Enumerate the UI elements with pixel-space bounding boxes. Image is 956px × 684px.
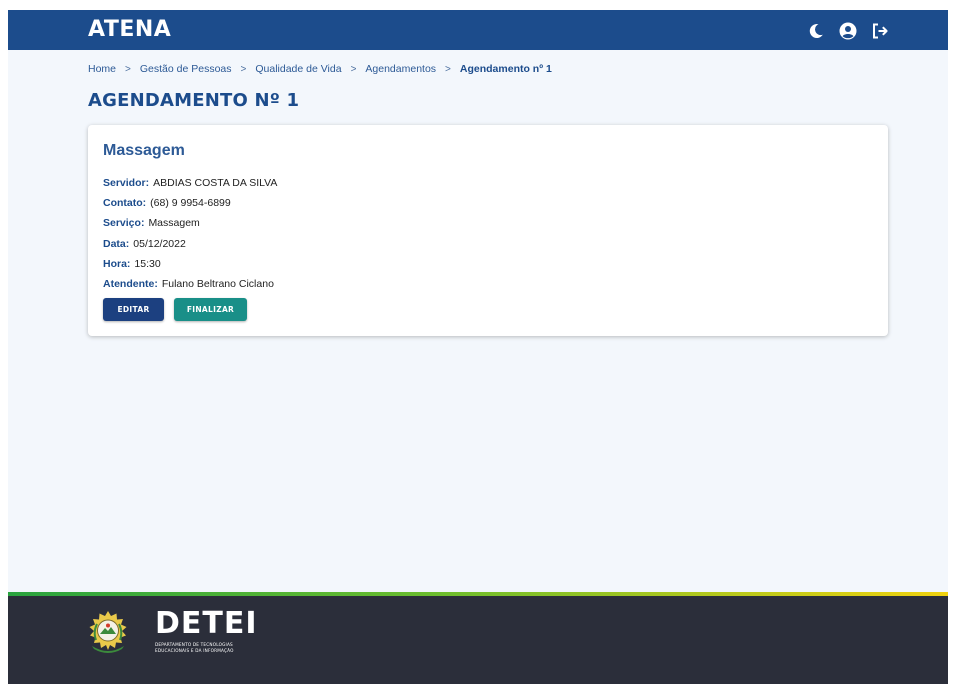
footer: DETEI DEPARTAMENTO DE TECNOLOGIAS EDUCAC… bbox=[8, 596, 948, 684]
field-data: Data: 05/12/2022 bbox=[103, 234, 277, 254]
breadcrumb-separator: > bbox=[125, 63, 131, 75]
edit-button[interactable]: EDITAR bbox=[103, 298, 164, 321]
field-value: 05/12/2022 bbox=[133, 237, 186, 250]
header-actions bbox=[806, 20, 890, 42]
field-label: Servidor: bbox=[103, 177, 150, 189]
field-label: Atendente: bbox=[103, 277, 158, 290]
footer-subtitle-line2: EDUCACIONAIS E DA INFORMAÇÃO bbox=[155, 648, 234, 653]
field-atendente: Atendente: Fulano Beltrano Ciclano bbox=[103, 274, 277, 294]
field-label: Contato: bbox=[103, 197, 147, 210]
field-contato: Contato: (68) 9 9954-6899 bbox=[103, 193, 277, 213]
breadcrumb-separator: > bbox=[240, 63, 247, 75]
footer-brand: DETEI bbox=[155, 606, 258, 641]
breadcrumb-separator: > bbox=[350, 63, 357, 75]
top-strip bbox=[0, 0, 956, 10]
appointment-card: Massagem Servidor: ABDIAS COSTA DA SILVA … bbox=[88, 125, 888, 336]
field-label: Hora: bbox=[103, 257, 131, 270]
field-servico: Serviço: Massagem bbox=[103, 213, 277, 233]
field-servidor: Servidor: ABDIAS COSTA DA SILVA bbox=[103, 173, 277, 193]
breadcrumb-current: Agendamento nº 1 bbox=[459, 63, 552, 75]
field-value: (68) 9 9954-6899 bbox=[150, 197, 231, 210]
page-title: AGENDAMENTO Nº 1 bbox=[88, 90, 300, 111]
app-frame: ATENA Home > Gestão de Pessoas > Qualida… bbox=[8, 10, 948, 684]
moon-icon[interactable] bbox=[806, 21, 826, 41]
field-value: Massagem bbox=[148, 217, 200, 230]
top-navbar: ATENA bbox=[8, 10, 948, 50]
field-label: Serviço: bbox=[103, 217, 145, 230]
finish-button[interactable]: FINALIZAR bbox=[174, 298, 247, 321]
breadcrumb-separator: > bbox=[445, 63, 451, 75]
appointment-details: Servidor: ABDIAS COSTA DA SILVA Contato:(… bbox=[103, 173, 277, 294]
breadcrumb: Home > Gestão de Pessoas > Qualidade de … bbox=[88, 63, 552, 75]
card-title: Massagem bbox=[103, 142, 185, 159]
detei-logo: DETEI DEPARTAMENTO DE TECNOLOGIAS EDUCAC… bbox=[155, 609, 258, 654]
breadcrumb-gestao-pessoas[interactable]: Gestão de Pessoas bbox=[140, 63, 232, 75]
breadcrumb-qualidade-vida[interactable]: Qualidade de Vida bbox=[255, 63, 341, 75]
field-value: ABDIAS COSTA DA SILVA bbox=[153, 177, 278, 189]
field-value: 15:30 bbox=[134, 257, 161, 270]
user-circle-icon[interactable] bbox=[838, 21, 858, 41]
field-value: Fulano Beltrano Ciclano bbox=[161, 277, 274, 290]
breadcrumb-home[interactable]: Home bbox=[88, 63, 116, 75]
app-brand[interactable]: ATENA bbox=[88, 17, 171, 42]
field-hora: Hora: 15:30 bbox=[103, 254, 277, 274]
state-seal-icon bbox=[89, 611, 127, 653]
logout-icon[interactable] bbox=[870, 21, 890, 41]
breadcrumb-agendamentos[interactable]: Agendamentos bbox=[365, 63, 436, 75]
field-label: Data: bbox=[103, 237, 130, 250]
